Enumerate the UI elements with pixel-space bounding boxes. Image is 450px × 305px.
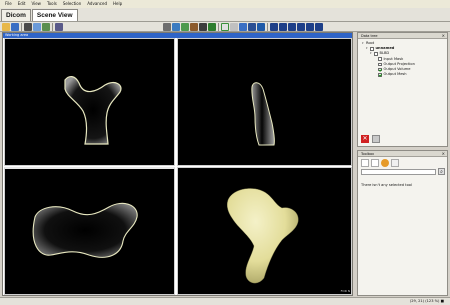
visibility-checkbox[interactable] bbox=[378, 57, 382, 61]
cube-icon[interactable] bbox=[163, 23, 171, 31]
layout-row-icon[interactable] bbox=[315, 23, 323, 31]
mesh-icon[interactable] bbox=[42, 23, 50, 31]
femur-3d-model bbox=[227, 188, 299, 284]
menu-selection[interactable]: Selection bbox=[60, 0, 84, 8]
close-icon[interactable]: × bbox=[442, 151, 445, 157]
toolbox-panel: Toolbox × ⌕ There isn't any selected too… bbox=[357, 150, 448, 296]
brush-icon[interactable] bbox=[190, 23, 198, 31]
tree-item-label: Output Mesh bbox=[383, 72, 407, 77]
main-toolbar bbox=[0, 22, 450, 32]
pan-icon[interactable] bbox=[230, 23, 238, 31]
layout-single-icon[interactable] bbox=[270, 23, 278, 31]
application-window: File Edit View Tools Selection Advanced … bbox=[0, 0, 450, 305]
viewport-3d[interactable]: FOR N bbox=[177, 167, 352, 295]
save-icon[interactable] bbox=[11, 23, 19, 31]
cube-icon[interactable] bbox=[391, 159, 399, 167]
wand-icon[interactable] bbox=[199, 23, 207, 31]
close-icon[interactable]: × bbox=[442, 33, 445, 39]
menu-help[interactable]: Help bbox=[110, 0, 125, 8]
femur-mesh bbox=[227, 188, 299, 284]
screenshot-icon[interactable] bbox=[55, 23, 63, 31]
viewport-coronal[interactable] bbox=[4, 167, 175, 295]
tab-dicom[interactable]: Dicom bbox=[1, 9, 31, 21]
open-folder-icon[interactable] bbox=[2, 23, 10, 31]
data-tree: ▾ Root ▾ unnamed ▾ BLBD Input Mask Outpu… bbox=[358, 39, 447, 79]
tool-search-input[interactable] bbox=[361, 169, 436, 175]
data-tree-actions: ✕ bbox=[361, 135, 380, 143]
page-icon[interactable] bbox=[361, 159, 369, 167]
toolbar-separator bbox=[21, 23, 22, 31]
toolbar-separator bbox=[267, 23, 268, 31]
expand-icon[interactable]: ▾ bbox=[366, 46, 369, 51]
data-tree-panel: Data tree × ▾ Root ▾ unnamed ▾ BLBD Inpu… bbox=[357, 32, 448, 147]
delete-icon[interactable]: ✕ bbox=[361, 135, 369, 143]
toolbox-title: Toolbox × bbox=[358, 151, 447, 157]
layout-triple-icon[interactable] bbox=[288, 23, 296, 31]
toolbox-tabs bbox=[361, 159, 399, 167]
pen-icon[interactable] bbox=[208, 23, 216, 31]
tab-strip: Dicom Scene View bbox=[0, 8, 450, 22]
femur-outline bbox=[64, 76, 122, 145]
status-coordinates: (29, 21) (123 %) ■ bbox=[409, 299, 444, 303]
toolbar-separator bbox=[218, 23, 219, 31]
tab-scene-view[interactable]: Scene View bbox=[31, 9, 78, 21]
rotate-icon[interactable] bbox=[257, 23, 265, 31]
properties-icon[interactable] bbox=[372, 135, 380, 143]
toolbox-message: There isn't any selected tool bbox=[361, 183, 412, 187]
layers-icon[interactable] bbox=[172, 23, 180, 31]
settings-icon[interactable] bbox=[24, 23, 32, 31]
visibility-checkbox[interactable] bbox=[370, 47, 374, 51]
viewport-label: FOR N bbox=[340, 289, 350, 293]
paint-icon[interactable] bbox=[181, 23, 189, 31]
zoom-fit-icon[interactable] bbox=[221, 23, 229, 31]
search-icon[interactable]: ⌕ bbox=[438, 168, 445, 175]
star-icon[interactable] bbox=[371, 159, 379, 167]
menu-file[interactable]: File bbox=[2, 0, 15, 8]
status-bar: (29, 21) (123 %) ■ bbox=[0, 297, 450, 305]
layout-split-icon[interactable] bbox=[279, 23, 287, 31]
viewport-sagittal[interactable] bbox=[177, 38, 352, 166]
femur-outline bbox=[251, 82, 275, 146]
viewport-axial[interactable] bbox=[4, 38, 175, 166]
visibility-checkbox[interactable] bbox=[378, 67, 382, 72]
data-tree-title-text: Data tree bbox=[361, 34, 378, 38]
menu-view[interactable]: View bbox=[28, 0, 44, 8]
coronal-slice-image bbox=[32, 202, 138, 258]
expand-icon[interactable]: ▾ bbox=[370, 51, 373, 56]
menu-bar: File Edit View Tools Selection Advanced … bbox=[0, 0, 450, 8]
toolbox-title-text: Toolbox bbox=[361, 152, 375, 156]
axial-slice-image bbox=[64, 76, 122, 145]
menu-tools[interactable]: Tools bbox=[44, 0, 60, 8]
flame-icon[interactable] bbox=[381, 159, 389, 167]
visibility-checkbox[interactable] bbox=[378, 62, 382, 67]
femur-outline bbox=[32, 202, 138, 258]
data-tree-title: Data tree × bbox=[358, 33, 447, 39]
working-area: Working area FOR N bbox=[2, 32, 353, 296]
sagittal-slice-image bbox=[251, 82, 275, 146]
segment-icon[interactable] bbox=[33, 23, 41, 31]
visibility-checkbox[interactable] bbox=[374, 52, 378, 56]
tree-item-output-mesh[interactable]: Output Mesh bbox=[362, 72, 443, 77]
toolbar-separator bbox=[52, 23, 53, 31]
layout-grid-icon[interactable] bbox=[306, 23, 314, 31]
zoom-out-icon[interactable] bbox=[248, 23, 256, 31]
visibility-checkbox[interactable] bbox=[378, 73, 382, 77]
expand-icon[interactable]: ▾ bbox=[362, 41, 365, 46]
layout-quad-icon[interactable] bbox=[297, 23, 305, 31]
menu-edit[interactable]: Edit bbox=[15, 0, 29, 8]
menu-advanced[interactable]: Advanced bbox=[84, 0, 110, 8]
zoom-in-icon[interactable] bbox=[239, 23, 247, 31]
